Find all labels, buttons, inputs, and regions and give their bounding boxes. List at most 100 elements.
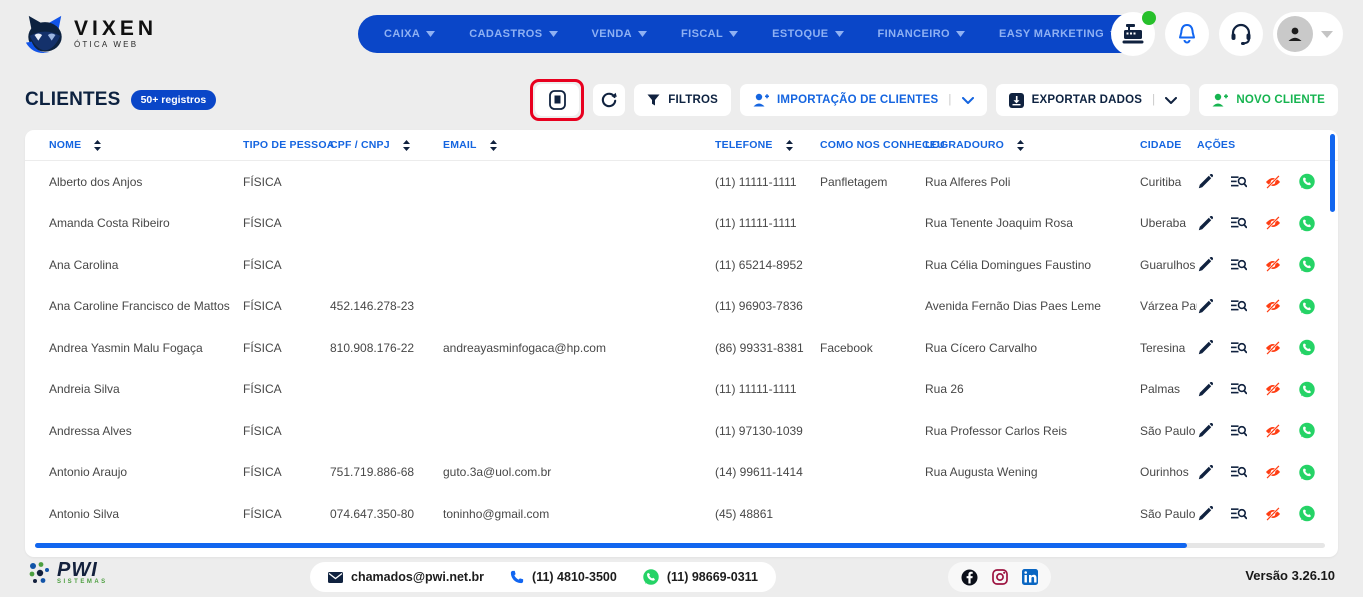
- view-details-button[interactable]: [1231, 423, 1247, 439]
- deactivate-button[interactable]: [1265, 506, 1281, 522]
- instagram-link[interactable]: [992, 569, 1008, 585]
- whatsapp-button[interactable]: [1299, 298, 1315, 314]
- chevron-down-icon[interactable]: [962, 97, 974, 104]
- nav-menu-item-fiscal[interactable]: FISCAL: [681, 28, 738, 40]
- edit-button[interactable]: [1197, 215, 1213, 231]
- edit-button[interactable]: [1197, 506, 1213, 522]
- cell-cidade: Ourinhos: [1140, 465, 1197, 479]
- import-clients-button[interactable]: IMPORTAÇÃO DE CLIENTES |: [740, 84, 987, 116]
- column-header-logradouro[interactable]: LOGRADOURO: [925, 139, 1140, 151]
- footer-email-link[interactable]: chamados@pwi.net.br: [328, 570, 484, 584]
- nav-menu-item-estoque[interactable]: ESTOQUE: [772, 28, 843, 40]
- column-header-cidade[interactable]: CIDADE: [1140, 139, 1197, 151]
- edit-button[interactable]: [1197, 464, 1213, 480]
- edit-button[interactable]: [1197, 298, 1213, 314]
- view-details-button[interactable]: [1231, 506, 1247, 522]
- annotation-highlight-box: [530, 79, 584, 121]
- deactivate-button[interactable]: [1265, 257, 1281, 273]
- pos-register-button[interactable]: [1111, 12, 1155, 56]
- new-client-button[interactable]: NOVO CLIENTE: [1199, 84, 1338, 116]
- cell-logradouro: Rua Alferes Poli: [925, 175, 1140, 189]
- column-header-tipo-de-pessoa[interactable]: TIPO DE PESSOA: [243, 139, 330, 151]
- list-search-icon: [1231, 175, 1247, 189]
- facebook-link[interactable]: [961, 569, 978, 586]
- whatsapp-button[interactable]: [1299, 174, 1315, 190]
- user-menu-button[interactable]: [1273, 12, 1343, 56]
- nav-menu-item-caixa[interactable]: CAIXA: [384, 28, 435, 40]
- column-header-telefone[interactable]: TELEFONE: [715, 139, 820, 151]
- deactivate-button[interactable]: [1265, 298, 1281, 314]
- sort-icon[interactable]: [490, 140, 497, 151]
- view-details-button[interactable]: [1231, 340, 1247, 356]
- card-device-button[interactable]: [535, 84, 579, 116]
- table-row: Ana Caroline Francisco de Mattos FÍSICA …: [25, 286, 1338, 328]
- refresh-button[interactable]: [593, 84, 625, 116]
- export-data-button[interactable]: EXPORTAR DADOS |: [996, 84, 1191, 116]
- sort-icon[interactable]: [94, 140, 101, 151]
- whatsapp-button[interactable]: [1299, 423, 1315, 439]
- sort-icon[interactable]: [786, 140, 793, 151]
- cell-acoes: [1197, 257, 1338, 273]
- deactivate-button[interactable]: [1265, 340, 1281, 356]
- view-details-button[interactable]: [1231, 381, 1247, 397]
- instagram-icon: [992, 569, 1008, 585]
- column-header-email[interactable]: EMAIL: [443, 139, 715, 151]
- view-details-button[interactable]: [1231, 215, 1247, 231]
- nav-menu-item-cadastros[interactable]: CADASTROS: [469, 28, 557, 40]
- whatsapp-button[interactable]: [1299, 506, 1315, 522]
- whatsapp-button[interactable]: [1299, 257, 1315, 273]
- view-details-button[interactable]: [1231, 174, 1247, 190]
- whatsapp-button[interactable]: [1299, 381, 1315, 397]
- edit-button[interactable]: [1197, 174, 1213, 190]
- sort-icon[interactable]: [1017, 140, 1024, 151]
- cell-tipo-de-pessoa: FÍSICA: [243, 507, 330, 521]
- deactivate-button[interactable]: [1265, 464, 1281, 480]
- header-actions: [1111, 12, 1343, 56]
- column-header-como-nos-conheceu[interactable]: COMO NOS CONHECEU: [820, 139, 925, 151]
- cell-acoes: [1197, 174, 1338, 190]
- footer-phone-link[interactable]: (11) 4810-3500: [510, 570, 617, 584]
- deactivate-button[interactable]: [1265, 381, 1281, 397]
- footer-whatsapp-link[interactable]: (11) 98669-0311: [643, 569, 758, 585]
- notifications-bell-button[interactable]: [1165, 12, 1209, 56]
- cell-nome: Andrea Yasmin Malu Fogaça: [49, 341, 243, 355]
- cell-acoes: [1197, 506, 1338, 522]
- view-details-button[interactable]: [1231, 257, 1247, 273]
- filters-button[interactable]: FILTROS: [634, 84, 731, 116]
- sort-icon[interactable]: [403, 140, 410, 151]
- edit-button[interactable]: [1197, 381, 1213, 397]
- linkedin-link[interactable]: [1022, 569, 1038, 585]
- edit-button[interactable]: [1197, 340, 1213, 356]
- view-details-button[interactable]: [1231, 464, 1247, 480]
- column-header-nome[interactable]: NOME: [49, 139, 243, 151]
- chevron-down-icon: [638, 31, 647, 37]
- nav-menu-item-easy-marketing[interactable]: EASY MARKETING: [999, 28, 1119, 40]
- chevron-down-icon[interactable]: [1165, 97, 1177, 104]
- pwi-logo[interactable]: PWI SISTEMAS: [28, 561, 108, 585]
- column-header-cpf-cnpj[interactable]: CPF / CNPJ: [330, 139, 443, 151]
- view-details-button[interactable]: [1231, 298, 1247, 314]
- cell-cpf-cnpj: 751.719.886-68: [330, 465, 443, 479]
- edit-button[interactable]: [1197, 423, 1213, 439]
- table-row: Amanda Costa Ribeiro FÍSICA (11) 11111-1…: [25, 203, 1338, 245]
- pencil-icon: [1198, 216, 1213, 231]
- deactivate-button[interactable]: [1265, 174, 1281, 190]
- column-header-a-es[interactable]: AÇÕES: [1197, 139, 1338, 151]
- support-headset-button[interactable]: [1219, 12, 1263, 56]
- horizontal-scrollbar-track[interactable]: [35, 543, 1325, 548]
- whatsapp-button[interactable]: [1299, 340, 1315, 356]
- edit-button[interactable]: [1197, 257, 1213, 273]
- pencil-icon: [1198, 382, 1213, 397]
- nav-menu-item-venda[interactable]: VENDA: [592, 28, 648, 40]
- whatsapp-button[interactable]: [1299, 464, 1315, 480]
- table-row: Andrea Yasmin Malu Fogaça FÍSICA 810.908…: [25, 327, 1338, 369]
- deactivate-button[interactable]: [1265, 215, 1281, 231]
- table-body: Alberto dos Anjos FÍSICA (11) 11111-1111…: [25, 161, 1338, 535]
- vixen-logo[interactable]: VIXEN ÓTICA WEB: [22, 13, 157, 55]
- horizontal-scrollbar-thumb[interactable]: [35, 543, 1187, 548]
- vertical-scrollbar[interactable]: [1330, 134, 1335, 212]
- table-row: Alberto dos Anjos FÍSICA (11) 11111-1111…: [25, 161, 1338, 203]
- whatsapp-button[interactable]: [1299, 215, 1315, 231]
- deactivate-button[interactable]: [1265, 423, 1281, 439]
- nav-menu-item-financeiro[interactable]: FINANCEIRO: [878, 28, 965, 40]
